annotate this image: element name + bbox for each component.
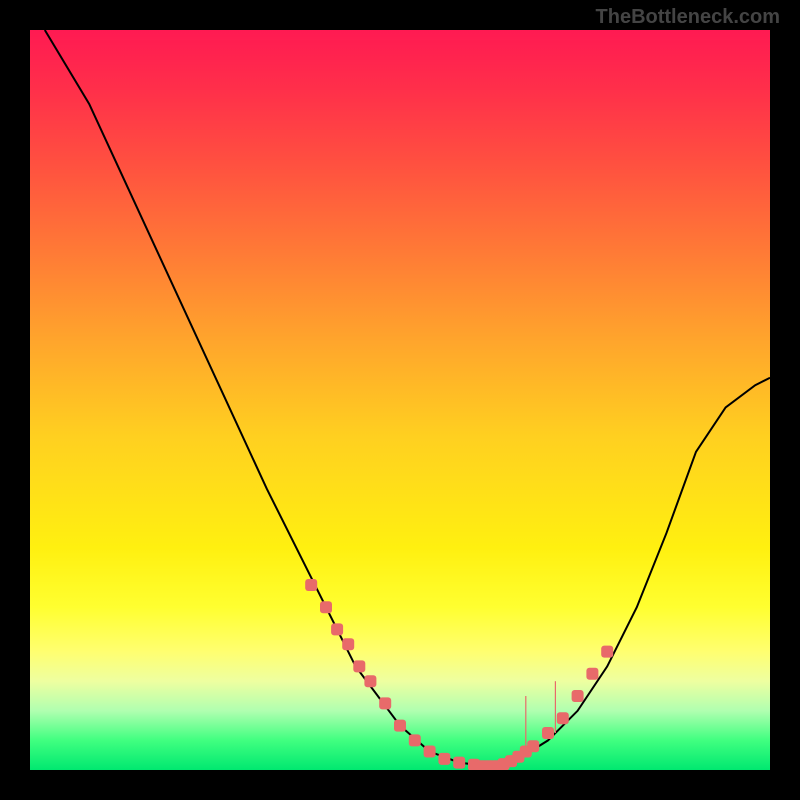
chart-marker bbox=[601, 646, 613, 658]
chart-marker bbox=[342, 638, 354, 650]
curve-left bbox=[45, 30, 489, 766]
chart-marker bbox=[379, 697, 391, 709]
curve-right bbox=[489, 378, 770, 767]
chart-plot-area bbox=[30, 30, 770, 770]
chart-marker bbox=[424, 746, 436, 758]
chart-marker bbox=[409, 734, 421, 746]
chart-marker bbox=[572, 690, 584, 702]
chart-marker bbox=[331, 623, 343, 635]
chart-marker bbox=[364, 675, 376, 687]
watermark-label: TheBottleneck.com bbox=[596, 6, 780, 29]
chart-svg bbox=[30, 30, 770, 770]
markers-left bbox=[305, 579, 502, 770]
chart-marker bbox=[586, 668, 598, 680]
chart-marker bbox=[527, 740, 539, 752]
chart-marker bbox=[453, 757, 465, 769]
chart-marker bbox=[542, 727, 554, 739]
chart-marker bbox=[394, 720, 406, 732]
chart-marker bbox=[557, 712, 569, 724]
chart-marker bbox=[320, 601, 332, 613]
chart-marker bbox=[438, 753, 450, 765]
chart-marker bbox=[353, 660, 365, 672]
chart-marker bbox=[305, 579, 317, 591]
